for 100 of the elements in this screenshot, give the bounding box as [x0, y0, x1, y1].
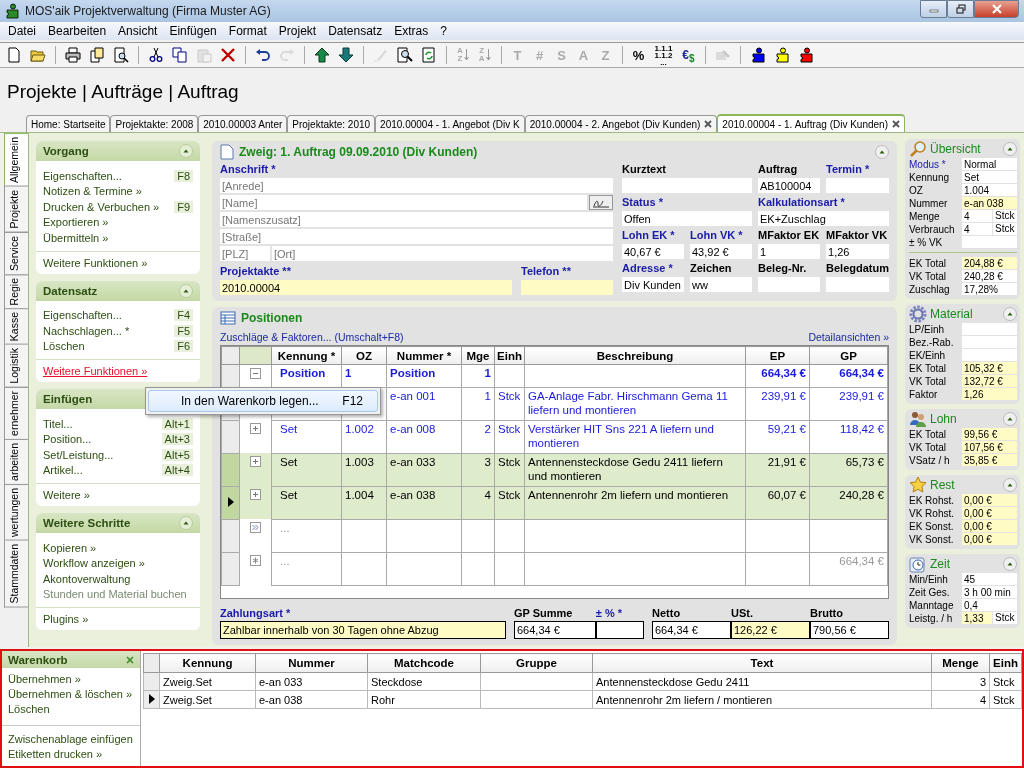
- close-button[interactable]: [974, 0, 1019, 18]
- arrow-up-icon[interactable]: [314, 47, 330, 63]
- menu-item[interactable]: In den Warenkorb legen... F12: [148, 390, 378, 412]
- input-field[interactable]: 1: [758, 244, 821, 259]
- details-link[interactable]: Detailansichten »: [808, 331, 889, 343]
- collapse-icon[interactable]: [179, 516, 193, 530]
- task-link[interactable]: Exportieren »: [43, 216, 109, 229]
- side-tab[interactable]: Regie: [4, 273, 28, 310]
- copy-icon[interactable]: [172, 47, 188, 63]
- collapse-icon[interactable]: [250, 368, 261, 379]
- collapse-icon[interactable]: [875, 145, 889, 159]
- menu-item[interactable]: Ansicht: [112, 24, 164, 38]
- input-field[interactable]: 99,56 €: [962, 428, 1017, 440]
- collapse-icon[interactable]: [179, 144, 193, 158]
- column-header[interactable]: OZ: [341, 346, 387, 365]
- puzzle-person-icon[interactable]: [773, 47, 790, 63]
- new-row-icon[interactable]: [250, 555, 261, 566]
- input-field[interactable]: [Ort]: [272, 246, 613, 261]
- input-field[interactable]: [962, 236, 1017, 248]
- side-tab[interactable]: arbeiten: [4, 438, 28, 485]
- document-tab[interactable]: 2010.00004 - 2. Angebot (Div Kunden): [524, 115, 718, 132]
- side-tab[interactable]: Kasse: [4, 308, 28, 346]
- task-link[interactable]: Workflow anzeigen »: [43, 557, 145, 570]
- puzzle-person-icon[interactable]: [797, 47, 814, 63]
- surcharge-link[interactable]: Zuschläge & Faktoren... (Umschalt+F8): [220, 331, 404, 343]
- side-tab[interactable]: Allgemein: [4, 133, 28, 188]
- column-header[interactable]: Nummer *: [386, 346, 462, 365]
- input-field[interactable]: 664,34 €: [514, 621, 596, 639]
- input-field[interactable]: ww: [690, 277, 752, 292]
- more-icon[interactable]: [250, 522, 261, 533]
- input-field[interactable]: 1,26: [962, 388, 1017, 400]
- task-link[interactable]: Eigenschaften...: [43, 169, 122, 182]
- task-link[interactable]: Löschen: [8, 703, 134, 718]
- input-field[interactable]: [962, 323, 1017, 335]
- task-link[interactable]: Akontoverwaltung: [43, 572, 131, 585]
- print-preview-icon[interactable]: [113, 47, 129, 63]
- input-field[interactable]: [595, 621, 644, 639]
- input-field[interactable]: [962, 349, 1017, 361]
- input-field[interactable]: Zahlbar innerhalb von 30 Tagen ohne Abzug: [220, 621, 506, 639]
- collapse-icon[interactable]: [1003, 306, 1017, 321]
- collapse-icon[interactable]: [1003, 141, 1017, 156]
- close-icon[interactable]: [704, 120, 713, 128]
- side-tab[interactable]: Logistik: [4, 344, 28, 388]
- input-field[interactable]: 40,67 €: [622, 244, 684, 259]
- cut-icon[interactable]: [148, 47, 164, 63]
- minimize-button[interactable]: [920, 0, 947, 18]
- column-header[interactable]: EP: [745, 346, 810, 365]
- side-tab[interactable]: Stammdaten: [4, 539, 28, 608]
- input-field[interactable]: 126,22 €: [731, 621, 810, 639]
- column-header[interactable]: Einh: [989, 653, 1022, 673]
- side-tab[interactable]: wertungen: [4, 483, 28, 541]
- input-field[interactable]: [826, 277, 889, 292]
- column-header[interactable]: Text: [592, 653, 932, 673]
- task-link[interactable]: Drucken & Verbuchen »: [43, 200, 160, 213]
- input-field[interactable]: [622, 178, 752, 193]
- toolbar-button[interactable]: %: [629, 45, 648, 65]
- input-field[interactable]: 790,56 €: [810, 621, 889, 639]
- table-row[interactable]: Set 1.004 e-an 038 4 Stck Antennenrohr 2m liefern und montieren 60,07 € 240,28 €: [221, 486, 888, 519]
- pages-icon[interactable]: [89, 47, 105, 63]
- menu-item[interactable]: Projekt: [272, 24, 323, 38]
- undo-icon[interactable]: [255, 47, 271, 63]
- expand-icon[interactable]: [250, 456, 261, 467]
- input-field[interactable]: [962, 336, 1017, 348]
- task-link[interactable]: Position...: [43, 433, 92, 446]
- input-field[interactable]: 43,92 €: [690, 244, 752, 259]
- task-link[interactable]: Etiketten drucken »: [8, 748, 134, 763]
- task-link[interactable]: Übernehmen »: [8, 673, 134, 688]
- input-field[interactable]: 107,56 €: [962, 441, 1017, 453]
- column-header[interactable]: Menge: [931, 653, 990, 673]
- column-header[interactable]: Beschreibung: [524, 346, 746, 365]
- refresh-icon[interactable]: [421, 47, 437, 63]
- row-header-cell[interactable]: [221, 364, 240, 387]
- input-field[interactable]: EK+Zuschlag: [758, 211, 889, 226]
- find-icon[interactable]: [397, 47, 413, 63]
- input-field[interactable]: 1,26: [826, 244, 889, 259]
- folder-icon[interactable]: [30, 47, 46, 63]
- column-header[interactable]: Matchcode: [367, 653, 481, 673]
- input-field[interactable]: 1,33: [962, 612, 992, 624]
- menu-item[interactable]: Datei: [2, 24, 42, 38]
- input-field[interactable]: 4: [962, 210, 992, 222]
- task-link[interactable]: Kopieren »: [43, 541, 97, 554]
- expand-icon[interactable]: [250, 423, 261, 434]
- task-link[interactable]: Notizen & Termine »: [43, 185, 142, 198]
- column-header[interactable]: Nummer: [255, 653, 368, 673]
- input-field[interactable]: 240,28 €: [962, 270, 1017, 282]
- puzzle-person-icon[interactable]: [749, 47, 766, 63]
- signature-button[interactable]: [589, 195, 613, 210]
- column-header[interactable]: Einh: [494, 346, 525, 365]
- currency-button[interactable]: €$: [679, 45, 698, 65]
- input-field[interactable]: 0,00 €: [962, 507, 1017, 519]
- input-field[interactable]: 4: [962, 223, 992, 235]
- input-field[interactable]: 45: [962, 573, 1017, 585]
- task-link[interactable]: Übermitteln »: [43, 231, 109, 244]
- document-tab[interactable]: 2010.00004 - 1. Auftrag (Div Kunden): [717, 114, 905, 132]
- menu-item[interactable]: ?: [434, 24, 453, 38]
- document-tab[interactable]: Projektakte: 2010: [287, 115, 376, 132]
- menu-item[interactable]: Format: [222, 24, 273, 38]
- new-document-icon[interactable]: [6, 47, 22, 63]
- side-tab[interactable]: ernehmer: [4, 386, 28, 440]
- document-tab[interactable]: Home: Startseite: [26, 115, 111, 132]
